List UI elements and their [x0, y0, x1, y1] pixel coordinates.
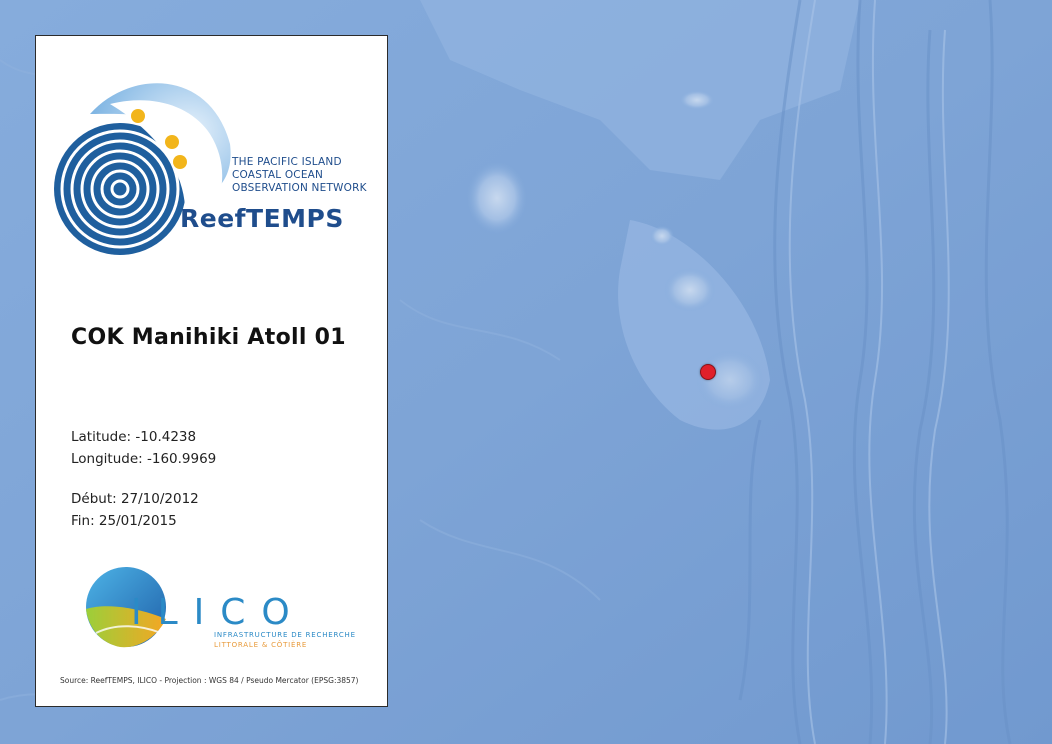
ilico-subtitle-1: INFRASTRUCTURE DE RECHERCHE — [214, 631, 356, 639]
brand-name: ReefTEMPS — [180, 204, 344, 233]
source-caption: Source: ReefTEMPS, ILICO - Projection : … — [60, 676, 359, 685]
network-line-3: OBSERVATION NETWORK — [232, 182, 367, 194]
site-title: COK Manihiki Atoll 01 — [71, 325, 346, 350]
ilico-subtitle: INFRASTRUCTURE DE RECHERCHE LITTORALE & … — [214, 630, 356, 650]
coordinates-block: Latitude: -10.4238 Longitude: -160.9969 — [71, 426, 216, 470]
longitude-text: Longitude: -160.9969 — [71, 451, 217, 467]
latitude-text: Latitude: -10.4238 — [71, 429, 197, 445]
network-line-1: THE PACIFIC ISLAND — [232, 156, 342, 168]
ilico-subtitle-2: LITTORALE & CÔTIÈRE — [214, 641, 308, 649]
ilico-word: ILICO — [131, 592, 306, 633]
dates-block: Début: 27/10/2012 Fin: 25/01/2015 — [71, 488, 199, 532]
station-marker[interactable] — [700, 364, 716, 380]
network-name: THE PACIFIC ISLAND COASTAL OCEAN OBSERVA… — [232, 156, 392, 195]
start-date-text: Début: 27/10/2012 — [71, 491, 199, 507]
info-panel: THE PACIFIC ISLAND COASTAL OCEAN OBSERVA… — [35, 35, 388, 707]
network-line-2: COASTAL OCEAN — [232, 169, 324, 181]
end-date-text: Fin: 25/01/2015 — [71, 513, 177, 529]
